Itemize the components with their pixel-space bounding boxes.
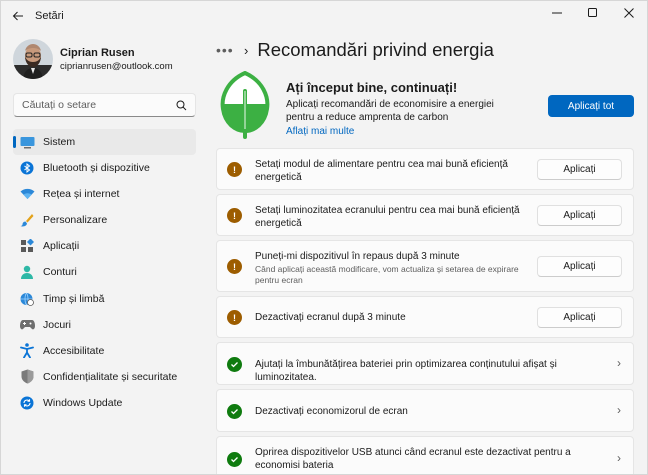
sidebar-item-time-language[interactable]: Timp și limbă: [13, 286, 196, 312]
gamepad-icon: [19, 317, 35, 333]
profile-name: Ciprian Rusen: [60, 46, 135, 59]
chevron-right-icon: ›: [244, 42, 249, 58]
minimize-icon: [552, 12, 562, 14]
nav-list: Sistem Bluetooth și dispozitive Rețea și…: [13, 129, 196, 416]
recommendation-subtitle: Când aplicați această modificare, vom ac…: [255, 264, 519, 285]
wifi-icon: [19, 186, 35, 202]
monitor-icon: [19, 134, 35, 150]
apply-all-button[interactable]: Aplicați tot: [548, 95, 634, 117]
avatar: [13, 39, 53, 79]
recommendation-card: ! Setați modul de alimentare pentru cea …: [216, 148, 634, 190]
hero-heading: Ați început bine, continuați!: [286, 80, 458, 95]
warning-icon: !: [227, 310, 242, 325]
sidebar-item-label: Bluetooth și dispozitive: [43, 162, 150, 175]
sync-icon: [19, 395, 35, 411]
warning-icon: !: [227, 162, 242, 177]
globe-clock-icon: [19, 291, 35, 307]
page-title: Recomandări privind energia: [257, 39, 494, 60]
sidebar-item-label: Conturi: [43, 266, 77, 279]
chevron-right-icon: ›: [617, 403, 621, 417]
back-button[interactable]: [3, 1, 33, 31]
sidebar-item-label: Jocuri: [43, 318, 72, 331]
close-icon: [624, 8, 634, 18]
recommendation-title: Dezactivați ecranul după 3 minute: [255, 312, 406, 323]
profile-email: ciprianrusen@outlook.com: [60, 60, 173, 72]
sidebar-item-label: Rețea și internet: [43, 188, 120, 201]
breadcrumb-more-button[interactable]: •••: [216, 42, 238, 58]
apply-button[interactable]: Aplicați: [537, 256, 622, 277]
accessibility-icon: [19, 343, 35, 359]
recommendations-list: ! Setați modul de alimentare pentru cea …: [216, 148, 634, 474]
sidebar-item-label: Accesibilitate: [43, 344, 105, 357]
maximize-button[interactable]: [575, 1, 611, 25]
energy-hero: Ați început bine, continuați! Aplicați r…: [216, 71, 634, 146]
chevron-right-icon: ›: [617, 356, 621, 370]
sidebar-item-privacy-security[interactable]: Confidențialitate și securitate: [13, 364, 196, 390]
sidebar-item-accounts[interactable]: Conturi: [13, 259, 196, 285]
apps-icon: [19, 238, 35, 254]
warning-icon: !: [227, 259, 242, 274]
sidebar-item-label: Personalizare: [43, 214, 108, 227]
close-button[interactable]: [611, 1, 647, 25]
sidebar-item-windows-update[interactable]: Windows Update: [13, 390, 196, 416]
sidebar-item-system[interactable]: Sistem: [13, 129, 196, 155]
breadcrumb: ••• › Recomandări privind energia: [216, 39, 494, 61]
user-profile[interactable]: Ciprian Rusen ciprianrusen@outlook.com: [13, 39, 173, 79]
arrow-left-icon: [12, 11, 23, 21]
sidebar-item-bluetooth[interactable]: Bluetooth și dispozitive: [13, 155, 196, 181]
recommendation-card[interactable]: Dezactivați economizorul de ecran ›: [216, 389, 634, 432]
sidebar-item-label: Sistem: [43, 136, 76, 148]
recommendation-title: Ajutați la îmbunătățirea bateriei prin o…: [255, 359, 557, 383]
person-icon: [19, 264, 35, 280]
search-icon: [176, 100, 187, 111]
recommendation-title: Dezactivați economizorul de ecran: [255, 406, 408, 417]
recommendation-title: Oprirea dispozitivelor USB atunci când e…: [255, 447, 571, 471]
learn-more-link[interactable]: Aflați mai multe: [286, 126, 354, 137]
recommendation-title: Setați luminozitatea ecranului pentru ce…: [255, 205, 520, 229]
title-bar: Setări: [1, 1, 647, 31]
warning-icon: !: [227, 208, 242, 223]
apply-button[interactable]: Aplicați: [537, 205, 622, 226]
leaf-icon: [220, 71, 270, 139]
sidebar-item-label: Windows Update: [43, 396, 123, 409]
recommendation-card[interactable]: Ajutați la îmbunătățirea bateriei prin o…: [216, 342, 634, 385]
maximize-icon: [588, 8, 597, 17]
sidebar-item-label: Aplicații: [43, 240, 80, 253]
chevron-right-icon: ›: [617, 451, 621, 465]
apply-button[interactable]: Aplicați: [537, 159, 622, 180]
sidebar-item-personalization[interactable]: Personalizare: [13, 207, 196, 233]
main-content: ••• › Recomandări privind energia Ați în…: [206, 31, 647, 474]
sidebar: Ciprian Rusen ciprianrusen@outlook.com S…: [1, 31, 206, 474]
sidebar-item-label: Timp și limbă: [43, 292, 105, 305]
settings-window: Setări Ciprian Rusen ciprianrusen@outloo…: [0, 0, 648, 475]
recommendation-card: ! Setați luminozitatea ecranului pentru …: [216, 194, 634, 236]
search-input[interactable]: [22, 99, 172, 111]
bluetooth-icon: [19, 160, 35, 176]
sidebar-item-accessibility[interactable]: Accesibilitate: [13, 338, 196, 364]
shield-icon: [19, 369, 35, 385]
checkmark-icon: [227, 452, 242, 467]
recommendation-card: ! Puneți-mi dispozitivul în repaus după …: [216, 240, 634, 292]
app-title: Setări: [35, 10, 64, 22]
apply-button[interactable]: Aplicați: [537, 307, 622, 328]
recommendation-card: ! Dezactivați ecranul după 3 minute Apli…: [216, 296, 634, 338]
window-controls: [539, 1, 647, 25]
sidebar-item-network[interactable]: Rețea și internet: [13, 181, 196, 207]
minimize-button[interactable]: [539, 1, 575, 25]
checkmark-icon: [227, 357, 242, 372]
recommendation-title: Setați modul de alimentare pentru cea ma…: [255, 159, 508, 183]
sidebar-item-apps[interactable]: Aplicații: [13, 233, 196, 259]
recommendation-card[interactable]: Oprirea dispozitivelor USB atunci când e…: [216, 436, 634, 474]
sidebar-item-label: Confidențialitate și securitate: [43, 370, 178, 383]
sidebar-item-gaming[interactable]: Jocuri: [13, 312, 196, 338]
recommendation-title: Puneți-mi dispozitivul în repaus după 3 …: [255, 251, 460, 262]
search-box[interactable]: [13, 93, 196, 117]
checkmark-icon: [227, 404, 242, 419]
brush-icon: [19, 212, 35, 228]
hero-description: Aplicați recomandări de economisire a en…: [286, 99, 494, 123]
